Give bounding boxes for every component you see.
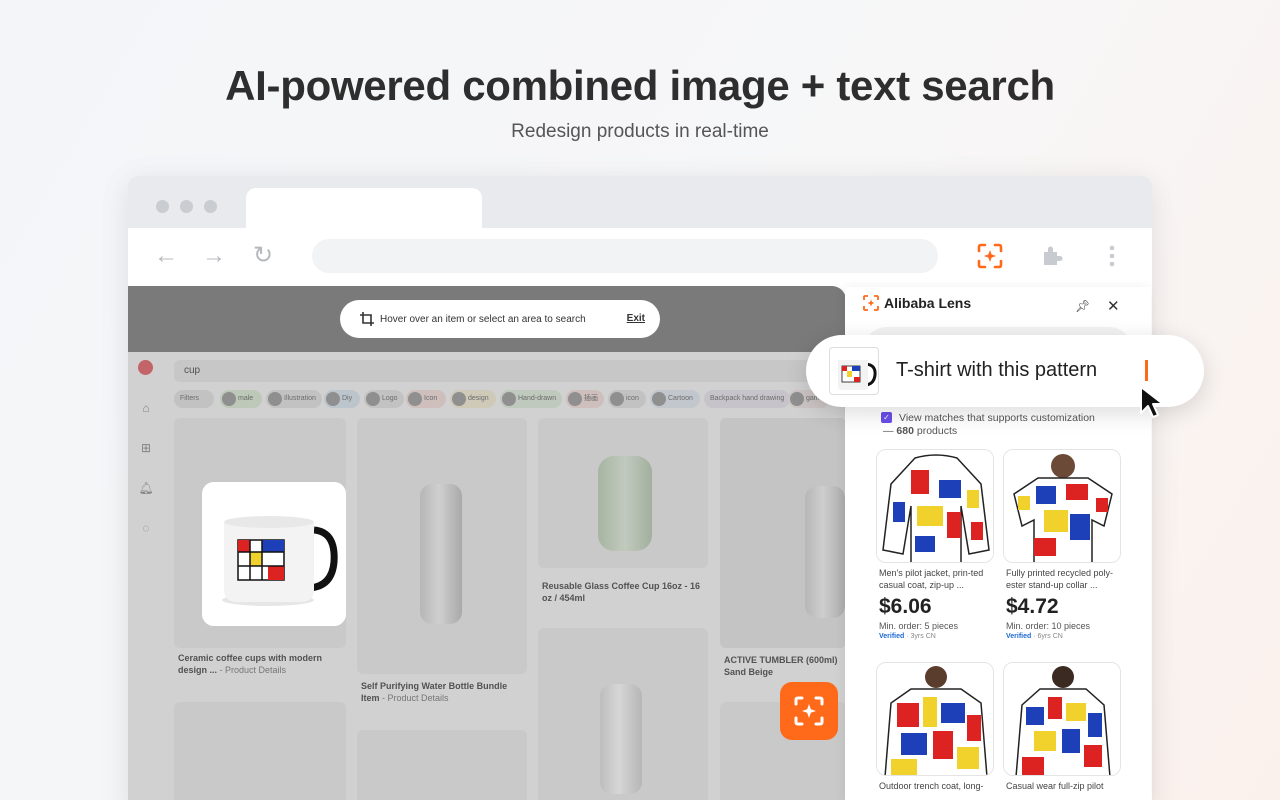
hint-pill: Hover over an item or select an area to … bbox=[340, 300, 660, 338]
customization-filter-label[interactable]: View matches that supports customization… bbox=[883, 412, 1095, 437]
product-image[interactable] bbox=[1003, 449, 1121, 563]
forward-arrow-icon[interactable]: → bbox=[200, 242, 228, 270]
customization-checkbox[interactable]: ✓ bbox=[881, 412, 892, 423]
product-title[interactable]: Casual wear full-zip pilot bbox=[1003, 780, 1121, 792]
crop-icon bbox=[360, 312, 374, 326]
panel-brand: Alibaba Lens bbox=[863, 295, 971, 311]
product-price: $4.72 bbox=[1006, 595, 1059, 618]
alibaba-lens-logo-icon bbox=[863, 295, 879, 311]
browser-tab[interactable] bbox=[246, 188, 482, 228]
min-order: Min. order: 5 pieces bbox=[879, 621, 959, 631]
product-title[interactable]: Fully printed recycled poly-ester stand-… bbox=[1003, 567, 1121, 591]
lens-sparkle-icon bbox=[794, 696, 824, 726]
lens-top-overlay: Hover over an item or select an area to … bbox=[128, 286, 846, 352]
product-image[interactable] bbox=[876, 662, 994, 776]
product-title[interactable]: Men's pilot jacket, prin-ted casual coat… bbox=[876, 567, 994, 591]
hero-title: AI-powered combined image + text search bbox=[225, 62, 1055, 109]
close-icon[interactable]: ✕ bbox=[1107, 297, 1120, 315]
back-arrow-icon[interactable]: ← bbox=[152, 242, 180, 270]
alibaba-lens-extension-icon[interactable] bbox=[976, 242, 1004, 270]
min-order: Min. order: 10 pieces bbox=[1006, 621, 1091, 631]
supplier-info: Verified · 3yrs CN bbox=[879, 633, 936, 640]
selection-corner[interactable] bbox=[318, 598, 346, 626]
result-product-card[interactable]: Men's pilot jacket, prin-ted casual coat… bbox=[876, 449, 994, 640]
selection-corner[interactable] bbox=[202, 598, 230, 626]
selection-corner[interactable] bbox=[318, 482, 346, 510]
mouse-pointer-icon bbox=[1140, 386, 1164, 418]
address-bar[interactable] bbox=[312, 239, 938, 273]
lens-floating-button[interactable] bbox=[780, 682, 838, 740]
pin-icon[interactable]: 📌︎ bbox=[1075, 299, 1090, 313]
result-product-card[interactable]: Casual wear full-zip pilot bbox=[1003, 662, 1121, 792]
reload-icon[interactable]: ↻ bbox=[249, 242, 277, 270]
result-product-card[interactable]: Fully printed recycled poly-ester stand-… bbox=[1003, 449, 1121, 640]
selection-corner[interactable] bbox=[202, 482, 230, 510]
window-dot[interactable] bbox=[204, 200, 217, 213]
product-title[interactable]: Outdoor trench coat, long- bbox=[876, 780, 994, 792]
supplier-info: Verified · 6yrs CN bbox=[1006, 633, 1063, 640]
result-product-card[interactable]: Outdoor trench coat, long- bbox=[876, 662, 994, 792]
query-text[interactable]: T-shirt with this pattern bbox=[896, 359, 1097, 382]
exit-link[interactable]: Exit bbox=[627, 313, 645, 324]
more-menu-icon[interactable] bbox=[1098, 242, 1126, 270]
product-image[interactable] bbox=[1003, 662, 1121, 776]
hero-subtitle: Redesign products in real-time bbox=[511, 121, 769, 142]
query-image-thumbnail[interactable] bbox=[829, 347, 879, 395]
panel-title: Alibaba Lens bbox=[884, 295, 972, 311]
window-dot[interactable] bbox=[156, 200, 169, 213]
window-dot[interactable] bbox=[180, 200, 193, 213]
product-image[interactable] bbox=[876, 449, 994, 563]
hint-text: Hover over an item or select an area to … bbox=[380, 313, 586, 325]
product-price: $6.06 bbox=[879, 595, 932, 618]
tab-bar bbox=[128, 176, 1152, 228]
puzzle-extensions-icon[interactable] bbox=[1038, 242, 1066, 270]
text-caret bbox=[1145, 360, 1148, 381]
